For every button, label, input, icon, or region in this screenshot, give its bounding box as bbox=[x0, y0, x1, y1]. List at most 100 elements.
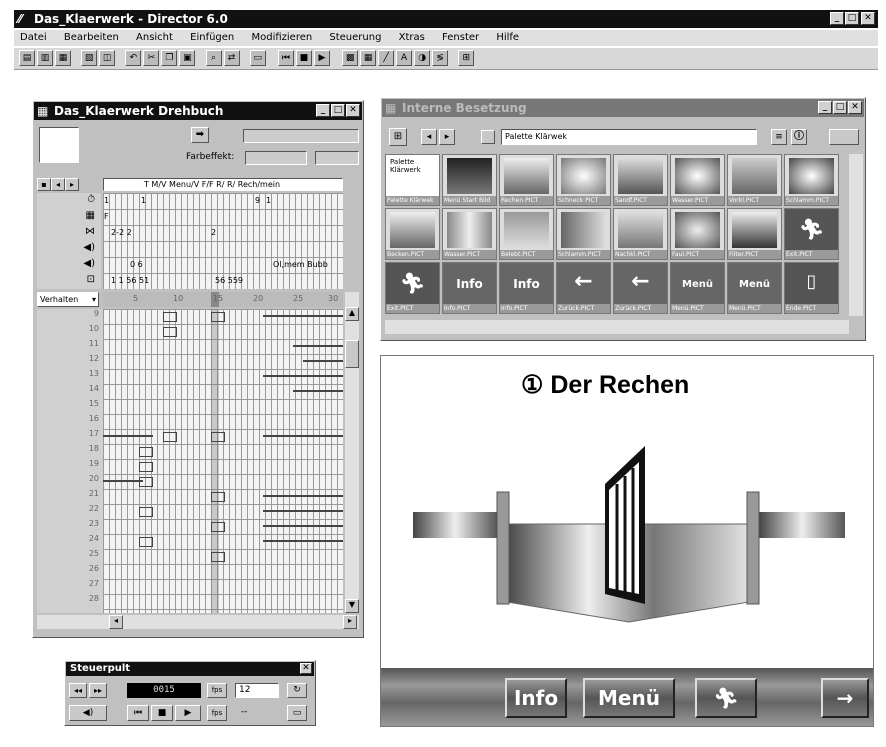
channel-number[interactable]: 12 bbox=[37, 354, 103, 369]
cast-member[interactable]: Schneck PICT bbox=[556, 154, 611, 206]
channel-number[interactable]: 27 bbox=[37, 579, 103, 594]
sprite-marker[interactable] bbox=[139, 537, 153, 547]
score-forward-button[interactable]: ▸ bbox=[65, 178, 79, 191]
rewind-button[interactable]: ⏮ bbox=[127, 705, 149, 721]
cast-member[interactable]: 🏃︎ Exit.PICT bbox=[385, 262, 440, 314]
sprite-marker[interactable] bbox=[163, 327, 177, 337]
sprite-marker[interactable] bbox=[211, 432, 225, 442]
play-icon[interactable]: ▶ bbox=[313, 50, 330, 66]
print-icon[interactable]: ▧ bbox=[81, 50, 98, 66]
tempo-field[interactable]: 12 bbox=[235, 683, 279, 698]
channel-number[interactable]: 19 bbox=[37, 459, 103, 474]
sprite-marker[interactable] bbox=[211, 522, 225, 532]
channel-number[interactable]: 9 bbox=[37, 309, 103, 324]
cast-member[interactable]: Palette Klärwerk Palette Klärwek bbox=[385, 154, 440, 206]
transition-channel-icon[interactable]: ⋈ bbox=[85, 226, 95, 237]
sound2-channel-icon[interactable]: ◀) bbox=[83, 258, 95, 269]
channel-number[interactable]: 17 bbox=[37, 429, 103, 444]
import-icon[interactable]: ◫ bbox=[99, 50, 116, 66]
cast-window-icon[interactable]: ▦ bbox=[360, 50, 377, 66]
menu-ansicht[interactable]: Ansicht bbox=[136, 32, 173, 43]
close-button[interactable]: ✕ bbox=[861, 12, 875, 25]
cast-member[interactable]: Rechen.PICT bbox=[499, 154, 554, 206]
cast-member[interactable]: Menü Start Bild bbox=[442, 154, 497, 206]
cast-next-button[interactable]: ▸ bbox=[439, 129, 455, 145]
cast-minimize-button[interactable]: _ bbox=[818, 101, 832, 114]
sprite-marker[interactable] bbox=[211, 552, 225, 562]
sprite-nav-button[interactable]: ➡ bbox=[191, 127, 209, 143]
scroll-down-button[interactable]: ▼ bbox=[345, 599, 359, 613]
sprite-span[interactable] bbox=[293, 345, 343, 347]
sprite-span[interactable] bbox=[263, 525, 343, 527]
score-vertical-scrollbar[interactable]: ▲ ▼ bbox=[345, 292, 359, 613]
message-icon[interactable]: ⊞ bbox=[458, 50, 475, 66]
cast-member[interactable]: Menü Menü.PICT bbox=[727, 262, 782, 314]
cast-member[interactable]: Belebt.PICT bbox=[499, 208, 554, 260]
palette-channel-icon[interactable]: ▦ bbox=[86, 210, 95, 221]
score-window-icon[interactable]: ▩ bbox=[342, 50, 359, 66]
score-horizontal-scrollbar[interactable]: ◂ ▸ bbox=[37, 615, 359, 629]
new-cast-icon[interactable]: ▥ bbox=[37, 50, 53, 66]
info-button[interactable]: Info bbox=[505, 678, 567, 718]
channel-number[interactable]: 15 bbox=[37, 399, 103, 414]
score-prev-button[interactable]: ▪ bbox=[37, 178, 51, 191]
menu-xtras[interactable]: Xtras bbox=[399, 32, 425, 43]
new-movie-icon[interactable]: ▤ bbox=[19, 50, 35, 66]
maximize-button[interactable]: □ bbox=[845, 12, 859, 25]
scroll-thumb[interactable] bbox=[345, 340, 359, 368]
sprite-marker[interactable] bbox=[163, 432, 177, 442]
sprite-span[interactable] bbox=[263, 375, 343, 377]
text-icon[interactable]: A bbox=[396, 50, 413, 66]
scroll-right-button[interactable]: ▸ bbox=[343, 615, 357, 629]
cast-close-button[interactable]: ✕ bbox=[848, 101, 862, 114]
score-minimize-button[interactable]: _ bbox=[316, 104, 330, 117]
sprite-marker[interactable] bbox=[139, 447, 153, 457]
paste-icon[interactable]: ▣ bbox=[179, 50, 196, 66]
menu-modifizieren[interactable]: Modifizieren bbox=[251, 32, 312, 43]
cast-maximize-button[interactable]: □ bbox=[833, 101, 847, 114]
open-icon[interactable]: ▦ bbox=[55, 50, 71, 66]
behavior-select[interactable]: Verhalten ▾ bbox=[37, 292, 99, 307]
cast-member[interactable]: ▯ Ende.PICT bbox=[784, 262, 839, 314]
sprite-marker[interactable] bbox=[139, 462, 153, 472]
exit-button[interactable]: 🏃︎ bbox=[695, 678, 757, 718]
channel-number[interactable]: 28 bbox=[37, 594, 103, 609]
cast-member[interactable]: Sandf.PICT bbox=[613, 154, 668, 206]
volume-button[interactable]: ◀) bbox=[69, 705, 107, 721]
cut-icon[interactable]: ✂ bbox=[143, 50, 160, 66]
sound1-channel-icon[interactable]: ◀) bbox=[83, 242, 95, 253]
exchange-icon[interactable]: ⇄ bbox=[223, 50, 240, 66]
sprite-span[interactable] bbox=[103, 480, 143, 482]
cast-member[interactable]: Info Info.PICT bbox=[499, 262, 554, 314]
cast-member[interactable]: Menü Menü.PICT bbox=[670, 262, 725, 314]
undo-icon[interactable]: ↶ bbox=[125, 50, 142, 66]
cast-member[interactable]: Becken.PICT bbox=[385, 208, 440, 260]
cast-member[interactable]: Vorkl.PICT bbox=[727, 154, 782, 206]
sprite-span[interactable] bbox=[293, 390, 343, 392]
loop-button[interactable]: ↻ bbox=[287, 683, 307, 698]
channel-number[interactable]: 10 bbox=[37, 324, 103, 339]
copy-icon[interactable]: ❐ bbox=[161, 50, 178, 66]
channel-number[interactable]: 21 bbox=[37, 489, 103, 504]
cast-member[interactable]: Nachkl.PICT bbox=[613, 208, 668, 260]
paint-icon[interactable]: ╱ bbox=[378, 50, 395, 66]
channel-number[interactable]: 14 bbox=[37, 384, 103, 399]
stop-icon[interactable]: ■ bbox=[295, 50, 312, 66]
color-value-select[interactable] bbox=[315, 151, 359, 165]
channel-number[interactable]: 26 bbox=[37, 564, 103, 579]
cast-member[interactable]: ← Zurück.PICT bbox=[556, 262, 611, 314]
selection-play-button[interactable]: ▭ bbox=[287, 705, 307, 721]
sprite-marker[interactable] bbox=[163, 312, 177, 322]
cast-member[interactable]: 🏃︎ Exit.PICT bbox=[784, 208, 839, 260]
tempo-channel-icon[interactable]: ⏱ bbox=[87, 194, 95, 205]
sprite-span[interactable] bbox=[303, 360, 343, 362]
cast-member[interactable]: Filter.PICT bbox=[727, 208, 782, 260]
control-close-button[interactable]: ✕ bbox=[300, 663, 312, 674]
channel-number[interactable]: 25 bbox=[37, 549, 103, 564]
score-close-button[interactable]: ✕ bbox=[346, 104, 360, 117]
cast-member[interactable]: Wasser.PICT bbox=[670, 154, 725, 206]
scroll-up-button[interactable]: ▲ bbox=[345, 307, 359, 321]
channel-number[interactable]: 13 bbox=[37, 369, 103, 384]
channel-number[interactable]: 20 bbox=[37, 474, 103, 489]
sprite-span[interactable] bbox=[263, 540, 343, 542]
